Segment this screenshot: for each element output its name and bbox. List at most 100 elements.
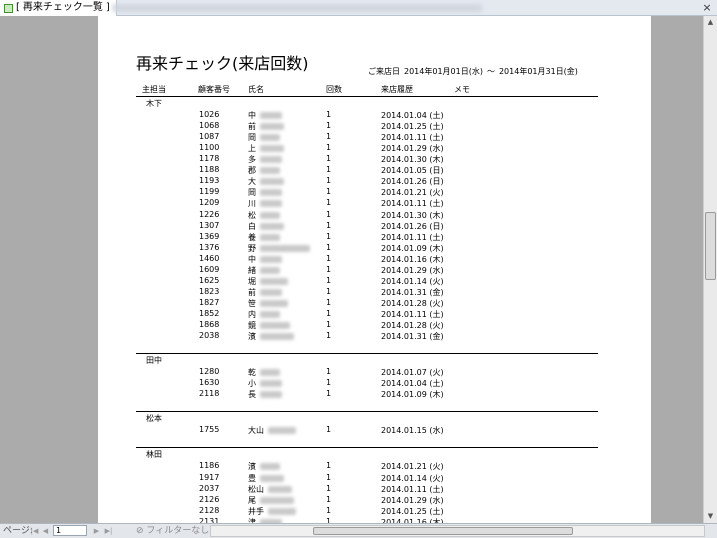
customer-number: 2126 [199,494,220,504]
prev-page-icon[interactable]: ◀ [41,524,50,538]
redacted-name [260,299,288,307]
scroll-down-icon[interactable]: ▼ [704,510,717,523]
tab-report[interactable]: [ 再来チェック一覧 ] [0,0,117,16]
visit-date: 2014.01.11 (土) [381,232,444,242]
customer-number: 1280 [199,367,220,377]
visit-date: 2014.01.31 (金) [381,332,444,342]
close-button[interactable]: × [700,1,714,14]
customer-name: 乾 [248,368,256,378]
report-title: 再来チェック(来店回数) [136,54,309,73]
header-divider [136,96,598,97]
customer-number: 1307 [199,220,220,230]
right-margin [651,16,703,523]
visit-count: 1 [326,187,332,197]
last-page-icon[interactable]: ▶| [104,524,113,538]
redacted-name [260,244,310,252]
visit-count: 1 [326,425,332,435]
redacted-name [260,310,280,318]
redacted-name [260,333,294,341]
redacted-name [260,211,280,219]
next-page-icon[interactable]: ▶ [92,524,101,538]
visit-date: 2014.01.25 (土) [381,122,444,132]
customer-name: 大 [248,177,256,187]
visit-date: 2014.01.11 (土) [381,484,444,494]
customer-number: 1100 [199,143,220,153]
redacted-name [260,322,290,329]
horizontal-scroll-thumb[interactable] [313,527,573,535]
redacted-name [260,496,294,504]
column-header-history: 来店履歴 [381,85,413,94]
horizontal-scrollbar[interactable] [210,525,705,537]
redacted-name [260,189,282,197]
redacted-name [260,391,282,399]
redacted-name [260,112,282,120]
page-number-input[interactable]: 1 [53,525,87,536]
redacted-name [260,123,284,131]
visit-count: 1 [326,320,332,329]
customer-name: 長 [248,390,256,400]
column-header-customer-no: 顧客番号 [198,85,230,94]
visit-date: 2014.01.29 (水) [381,495,444,505]
customer-number: 1186 [199,461,220,471]
visit-count: 1 [326,483,332,493]
group-label: 木下 [146,99,162,108]
customer-number: 2038 [199,331,220,341]
visit-date: 2014.01.30 (木) [381,155,444,165]
visit-count: 1 [326,154,332,164]
first-page-icon[interactable]: |◀ [30,524,39,538]
redacted-name [260,277,288,285]
filter-label: フィルターなし [146,526,210,536]
customer-name: 内 [248,309,256,319]
date-to: 2014年01月31日(金) [498,67,578,76]
blurred-tab-strip [112,4,482,12]
customer-number: 1868 [199,320,220,329]
visit-count: 1 [326,198,332,208]
group-label: 松本 [146,414,162,424]
filter-status[interactable]: ⊘ フィルターなし [136,524,209,538]
redacted-name [260,288,282,296]
visit-count: 1 [326,472,332,482]
customer-number: 1609 [199,264,220,274]
visit-count: 1 [326,165,332,175]
customer-name: 濱 [248,462,256,472]
group-label: 田中 [146,356,162,366]
redacted-name [260,145,284,153]
customer-number: 1917 [199,472,220,482]
visit-date: 2014.01.09 (木) [381,390,444,400]
visit-count: 1 [326,132,332,142]
customer-number: 1369 [199,231,220,241]
scroll-up-icon[interactable]: ▲ [704,16,717,29]
customer-name: 養 [248,232,256,242]
group-divider [136,447,598,449]
customer-number: 1209 [199,198,220,208]
customer-name: 川 [248,199,256,209]
record-navigation-bar: ページ: |◀ ◀ 1 ▶ ▶| ⊘ フィルターなし [0,523,717,538]
redacted-name [260,266,280,274]
visit-count: 1 [326,367,332,377]
vertical-scroll-thumb[interactable] [705,212,716,280]
visit-date: 2014.01.25 (土) [381,506,444,516]
customer-name: 鏡 [248,321,256,330]
page-label: ページ: [3,526,33,536]
vertical-scrollbar[interactable]: ▲ ▼ [703,16,717,523]
visit-count: 1 [326,231,332,241]
group-divider [136,353,598,355]
customer-name: 中 [248,254,256,264]
visit-date: 2014.01.21 (火) [381,462,444,472]
customer-name: 白 [248,221,256,231]
visit-date: 2014.01.14 (火) [381,276,444,286]
tab-title: 再来チェック一覧 [22,2,103,13]
filter-icon: ⊘ [136,526,144,536]
customer-name: 大山 [248,426,264,436]
customer-name: 尾 [248,495,256,505]
visit-date: 2014.01.29 (水) [381,265,444,275]
customer-number: 1178 [199,154,220,164]
group-label: 林田 [146,450,162,460]
customer-number: 1068 [199,121,220,131]
customer-number: 1630 [199,378,220,388]
customer-name: 松 [248,210,256,220]
visit-count: 1 [326,389,332,399]
customer-name: 前 [248,122,256,132]
visit-count: 1 [326,297,332,307]
column-header-name: 氏名 [248,85,264,94]
